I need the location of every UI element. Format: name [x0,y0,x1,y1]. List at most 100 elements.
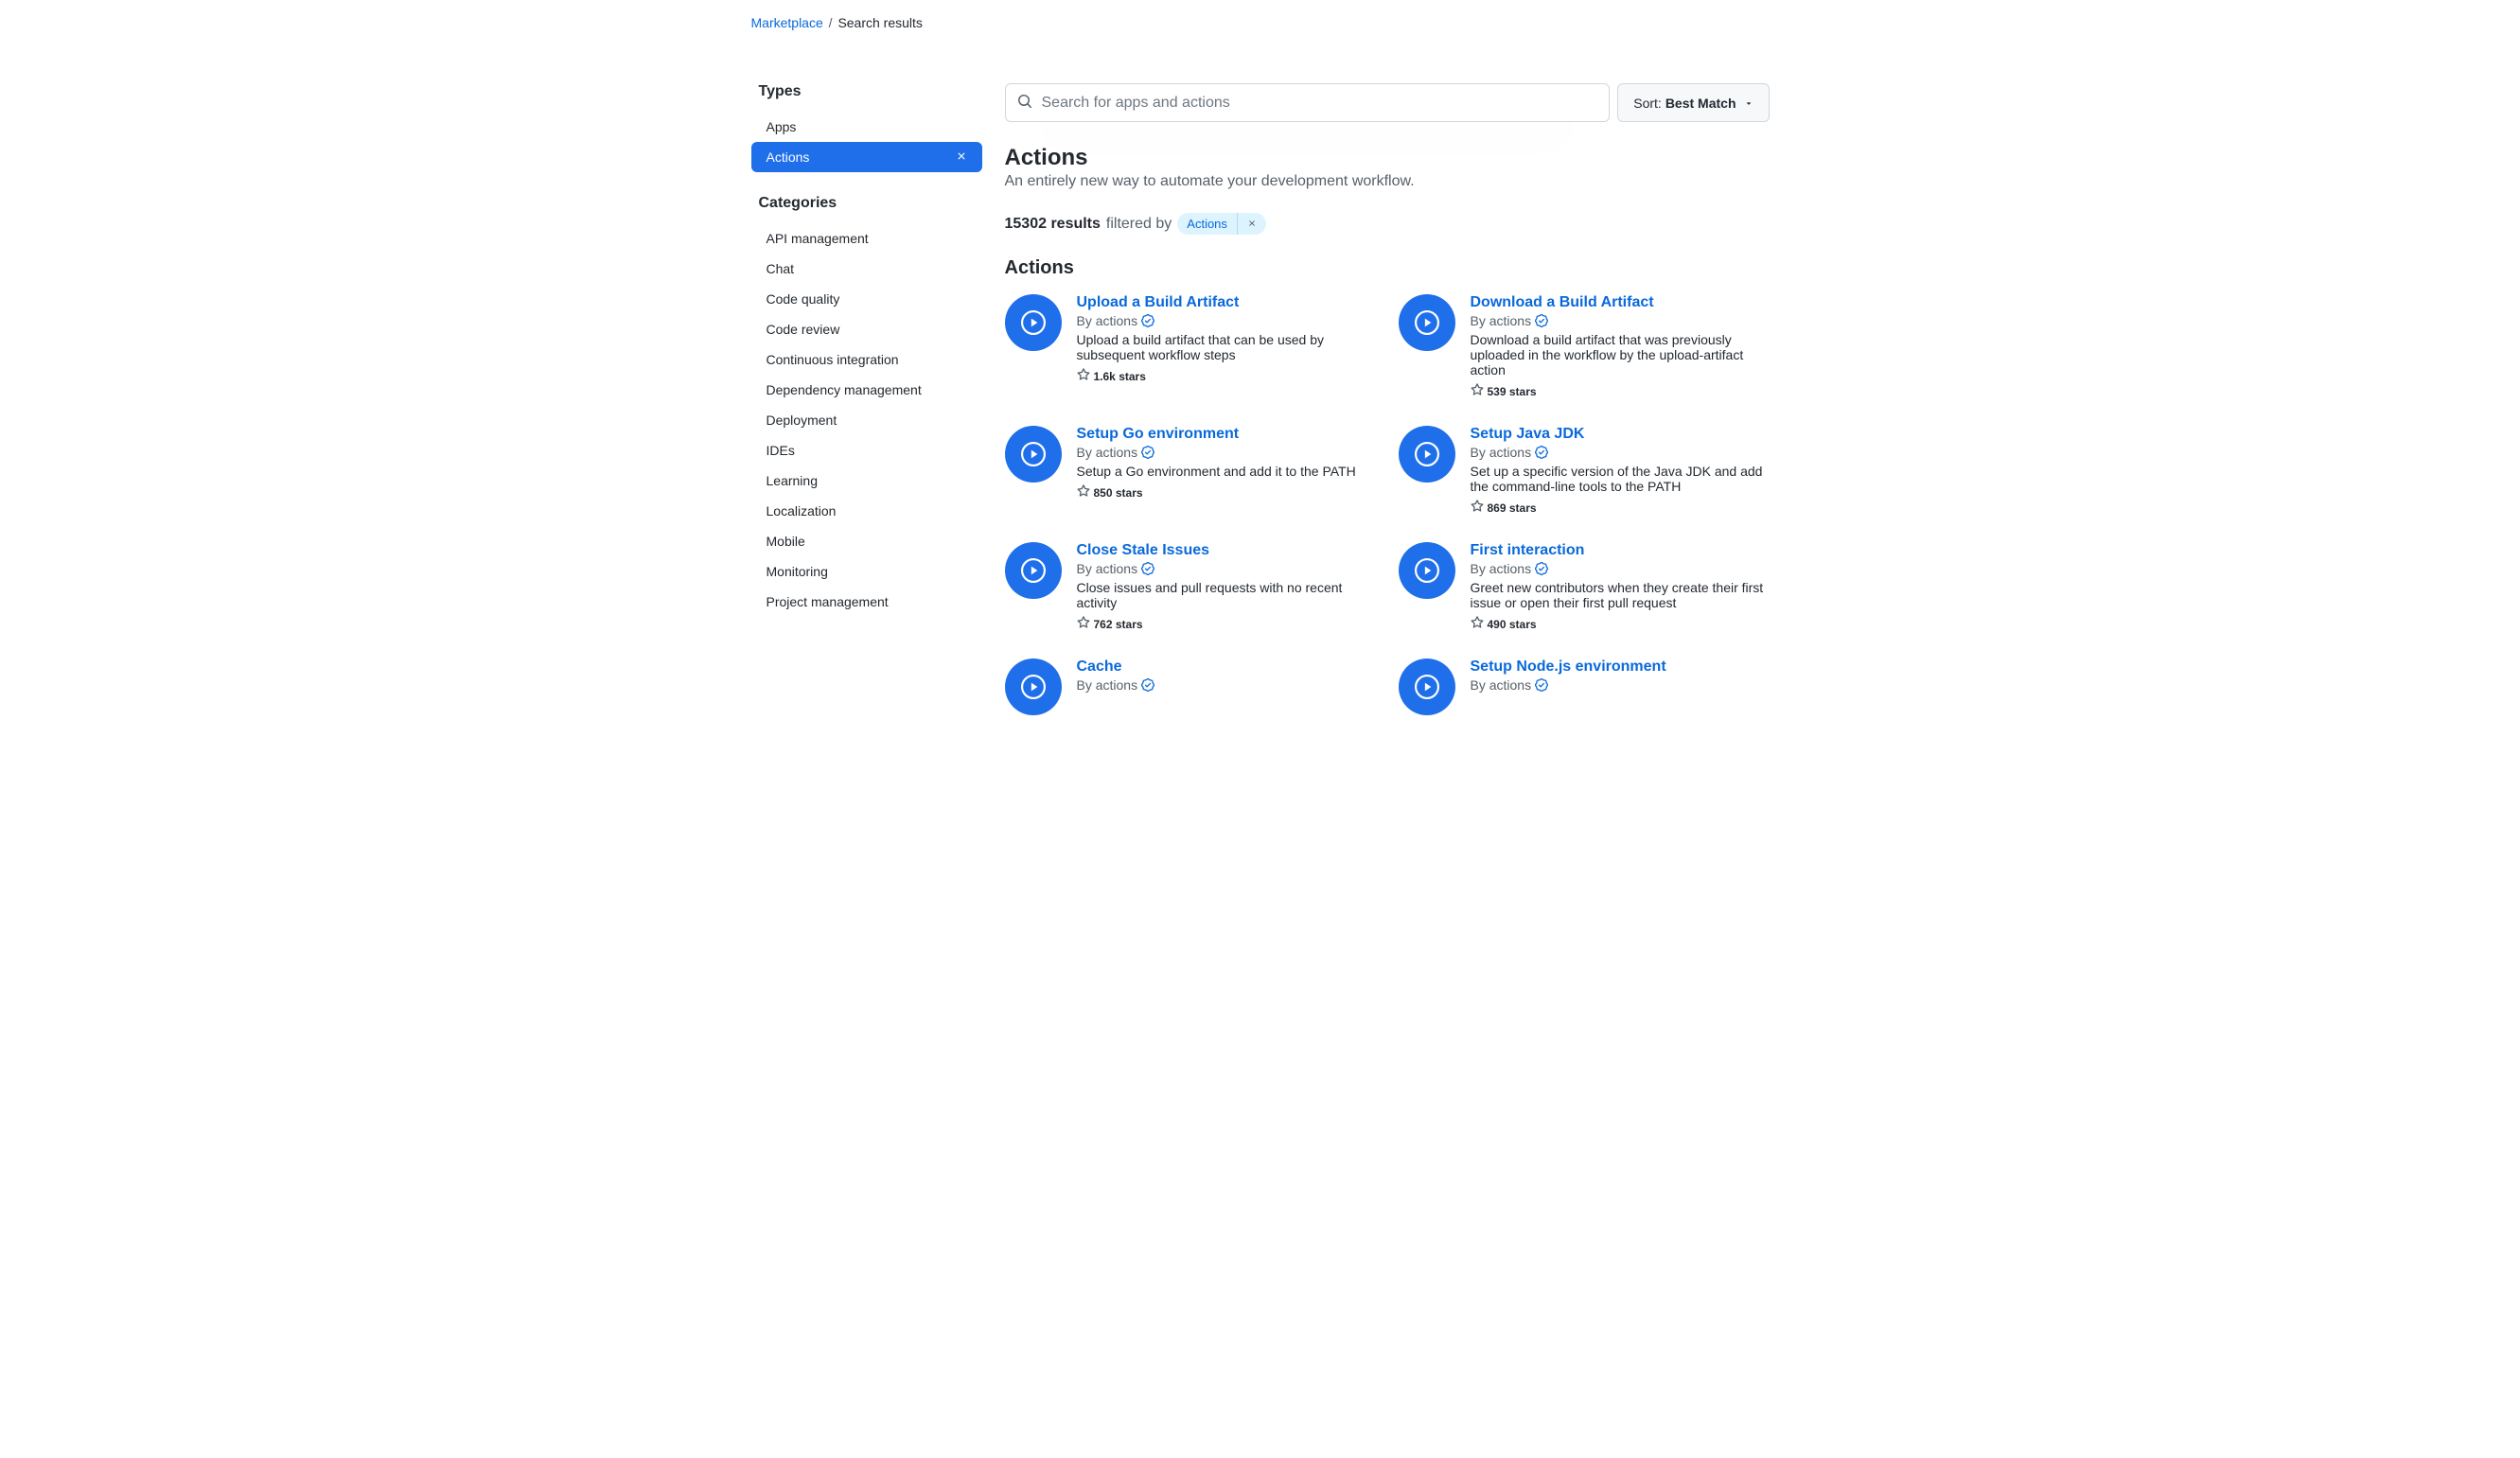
result-title-link[interactable]: Upload a Build Artifact [1077,294,1240,311]
close-icon [956,150,967,164]
sidebar-item-label: Chat [767,261,795,276]
sidebar-link-category[interactable]: Deployment [751,405,982,435]
list-heading: Actions [1005,257,1770,279]
results-line: 15302 results filtered by Actions [1005,213,1770,235]
sidebar-link-category[interactable]: Learning [751,466,982,496]
sidebar-item-category: Mobile [751,526,982,556]
result-card: First interaction By actions Greet new con… [1399,542,1770,632]
sidebar-link-category[interactable]: Chat [751,254,982,284]
sidebar-item-category: Deployment [751,405,982,435]
filter-chip-remove[interactable] [1238,214,1266,234]
sidebar-link-actions[interactable]: Actions [751,142,982,172]
result-title-link[interactable]: Download a Build Artifact [1471,294,1654,311]
sort-value: Best Match [1665,96,1736,111]
action-play-icon[interactable] [1399,426,1455,483]
results-grid: Upload a Build Artifact By actions Upload … [1005,294,1770,715]
result-byline: By actions [1471,445,1770,460]
result-description: Download a build artifact that was previ… [1471,332,1770,378]
sidebar-item-category: Learning [751,466,982,496]
sidebar-link-apps[interactable]: Apps [751,112,982,142]
sidebar-link-category[interactable]: IDEs [751,435,982,466]
breadcrumb-root-link[interactable]: Marketplace [751,15,823,30]
sidebar-item-category: Localization [751,496,982,526]
types-heading: Types [751,83,982,108]
sidebar-item-category: Monitoring [751,556,982,587]
result-stars: 1.6k stars [1077,368,1376,384]
sidebar-link-category[interactable]: Code review [751,314,982,344]
sidebar: Types Apps Actions Categories [751,45,982,715]
filter-chip: Actions [1177,213,1266,235]
sidebar-link-category[interactable]: Monitoring [751,556,982,587]
result-stars: 490 stars [1471,616,1770,632]
verified-icon [1141,446,1154,459]
verified-icon [1141,678,1154,692]
result-title-link[interactable]: Setup Go environment [1077,426,1240,443]
result-title-link[interactable]: Cache [1077,659,1122,676]
breadcrumb-current: Search results [837,15,922,30]
sidebar-item-label: Code review [767,322,840,337]
result-card: Setup Node.js environmentBy actions [1399,659,1770,715]
result-card: CacheBy actions [1005,659,1376,715]
result-title-link[interactable]: Close Stale Issues [1077,542,1210,559]
sidebar-item-category: IDEs [751,435,982,466]
star-icon [1471,616,1484,632]
sidebar-item-label: Continuous integration [767,352,899,367]
results-filtered-by: filtered by [1106,216,1172,233]
sidebar-link-category[interactable]: API management [751,223,982,254]
sidebar-item-label: Localization [767,503,837,518]
result-byline: By actions [1471,313,1770,328]
sidebar-item-label: Apps [767,119,797,134]
action-play-icon[interactable] [1005,542,1062,599]
result-byline: By actions [1471,677,1770,693]
sidebar-link-category[interactable]: Continuous integration [751,344,982,375]
sidebar-item-category: Code quality [751,284,982,314]
sidebar-item-label: Mobile [767,534,805,549]
sidebar-link-category[interactable]: Code quality [751,284,982,314]
sort-button[interactable]: Sort: Best Match [1617,83,1769,122]
result-byline: By actions [1077,677,1376,693]
action-play-icon[interactable] [1005,659,1062,715]
result-title-link[interactable]: Setup Java JDK [1471,426,1585,443]
filter-chip-label[interactable]: Actions [1177,213,1237,235]
result-title-link[interactable]: Setup Node.js environment [1471,659,1666,676]
result-description: Greet new contributors when they create … [1471,580,1770,610]
sidebar-link-category[interactable]: Project management [751,587,982,617]
result-byline: By actions [1471,561,1770,576]
star-icon [1471,500,1484,516]
sidebar-item-apps: Apps [751,112,982,142]
star-icon [1471,383,1484,399]
action-play-icon[interactable] [1399,542,1455,599]
sidebar-link-category[interactable]: Localization [751,496,982,526]
page-title: Actions [1005,145,1770,171]
action-play-icon[interactable] [1005,426,1062,483]
search-box[interactable] [1005,83,1611,122]
search-input[interactable] [1042,95,1598,112]
result-card: Close Stale IssuesBy actionsClose issues… [1005,542,1376,632]
sidebar-item-category: Dependency management [751,375,982,405]
sidebar-item-label: Learning [767,473,819,488]
verified-icon [1535,446,1548,459]
star-icon [1077,484,1090,501]
result-stars: 869 stars [1471,500,1770,516]
star-icon [1077,616,1090,632]
sidebar-link-category[interactable]: Mobile [751,526,982,556]
result-byline: By actions [1077,445,1376,460]
chevron-down-icon [1744,96,1753,111]
result-description: Upload a build artifact that can be used… [1077,332,1376,362]
action-play-icon[interactable] [1005,294,1062,351]
result-title-link[interactable]: First interaction [1471,542,1585,559]
breadcrumb-sep: / [829,15,833,30]
action-play-icon[interactable] [1399,294,1455,351]
action-play-icon[interactable] [1399,659,1455,715]
verified-icon [1535,678,1548,692]
sidebar-item-label: Monitoring [767,564,828,579]
result-card: Upload a Build ArtifactBy actionsUpload … [1005,294,1376,399]
sidebar-item-category: Continuous integration [751,344,982,375]
sidebar-item-actions: Actions [751,142,982,172]
result-stars: 850 stars [1077,484,1376,501]
sidebar-link-category[interactable]: Dependency management [751,375,982,405]
types-list: Apps Actions [751,112,982,172]
categories-heading: Categories [751,195,982,220]
result-stars: 539 stars [1471,383,1770,399]
categories-list: API management Chat Code quality Code revie… [751,223,982,617]
